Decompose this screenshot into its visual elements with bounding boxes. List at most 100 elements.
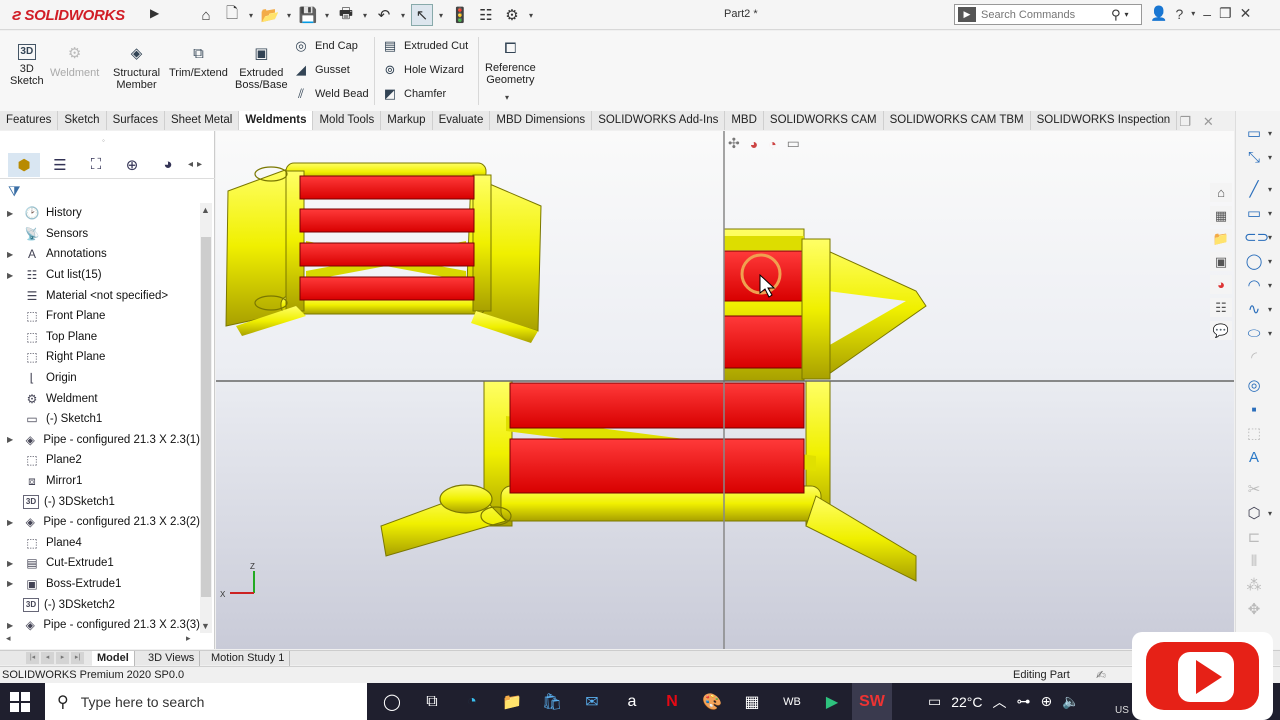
tree-item[interactable]: ⬚ Top Plane (0, 327, 200, 348)
file-properties-icon[interactable]: ☷ (475, 4, 497, 26)
search-commands-input[interactable] (981, 8, 1109, 21)
tab-weldments[interactable]: Weldments (239, 111, 314, 130)
open-folder-icon[interactable]: 📂 (259, 4, 281, 26)
chamfer-button[interactable]: ◩ Chamfer (382, 85, 468, 103)
tree-item[interactable]: ☰ Material <not specified> (0, 285, 200, 306)
mirror-entities-icon[interactable]: ⫴ (1244, 553, 1264, 571)
search-dropdown-icon[interactable]: ▾ (1125, 10, 1129, 19)
scene-icon[interactable]: ◔ (768, 136, 776, 152)
tree-item[interactable]: ⬚ Plane4 (0, 533, 200, 554)
calculator-icon[interactable]: ▦ (732, 683, 772, 720)
design-library-icon[interactable]: ▦ (1210, 206, 1232, 225)
tree-item[interactable]: ▶ ☷ Cut list(15) (0, 265, 200, 286)
tree-item[interactable]: ▶ ◈ Pipe - configured 21.3 X 2.3(2) (0, 512, 200, 533)
panel-prev-icon[interactable]: ◂ (188, 159, 193, 170)
graphics-area[interactable]: Z X ✣ ◕ ◔ ▭ (216, 131, 1234, 649)
print-dropdown-icon[interactable]: ▾ (361, 11, 369, 20)
arc-dropdown-icon[interactable]: ▾ (1268, 281, 1272, 290)
next-tab-icon[interactable]: ▸ (56, 652, 69, 664)
tab-motion-study[interactable]: Motion Study 1 (206, 651, 291, 666)
undo-dropdown-icon[interactable]: ▾ (399, 11, 407, 20)
mail-icon[interactable]: ✉ (572, 683, 612, 720)
weldment-button[interactable]: ⚙ Weldment (50, 44, 99, 79)
cortana-icon[interactable]: ◯ (372, 683, 412, 720)
solidworks-resources-icon[interactable]: ⌂ (1210, 183, 1232, 202)
volume-icon[interactable]: 🔈 (1062, 693, 1079, 710)
customize-status-icon[interactable]: ✍ (1096, 668, 1106, 682)
minimize-icon[interactable]: – (1203, 6, 1211, 22)
slot-dropdown-icon[interactable]: ▾ (1268, 233, 1272, 242)
tab-sketch[interactable]: Sketch (58, 111, 107, 130)
tree-item[interactable]: ⬚ Right Plane (0, 347, 200, 368)
tab-solidworks-cam[interactable]: SOLIDWORKS CAM (764, 111, 884, 130)
tab-mold-tools[interactable]: Mold Tools (313, 111, 382, 130)
menu-expand-icon[interactable]: ▶ (150, 6, 159, 20)
slot-icon[interactable]: ⊂⊃ (1244, 229, 1269, 247)
expand-arrow-icon[interactable]: ▶ (7, 579, 17, 588)
globe-icon[interactable]: ⊕ (1041, 693, 1053, 710)
search-commands-box[interactable]: ▶ ⚲ ▾ (954, 4, 1142, 25)
scroll-up-icon[interactable]: ▲ (201, 205, 210, 215)
expand-arrow-icon[interactable]: ▶ (7, 621, 16, 630)
line-icon[interactable]: ╱ (1244, 181, 1264, 199)
linear-pattern-icon[interactable]: ⁂ (1244, 577, 1264, 595)
rectangle-dropdown-icon[interactable]: ▾ (1268, 209, 1272, 218)
file-explorer-icon[interactable]: 📁 (1210, 229, 1232, 248)
solidworks-logo[interactable]: ƨ SOLIDWORKS (12, 5, 125, 25)
amazon-icon[interactable]: a (612, 683, 652, 720)
tab-solidworks-inspection[interactable]: SOLIDWORKS Inspection (1031, 111, 1178, 130)
network-icon[interactable]: ⊶ (1017, 693, 1031, 710)
select-pointer-icon[interactable]: ↖ (411, 4, 433, 26)
expand-arrow-icon[interactable]: ▶ (7, 559, 17, 568)
temperature[interactable]: 22°C (951, 694, 982, 710)
smart-dimension-icon[interactable]: ⤡ (1244, 149, 1264, 167)
help-dropdown-icon[interactable]: ▾ (1191, 9, 1195, 18)
arc-icon[interactable]: ◠ (1244, 277, 1264, 295)
tree-item[interactable]: ▶ ◈ Pipe - configured 21.3 X 2.3(3) (0, 615, 200, 633)
prev-tab-icon[interactable]: ◂ (41, 652, 54, 664)
forum-icon[interactable]: 💬 (1210, 321, 1232, 340)
save-icon[interactable]: 💾 (297, 4, 319, 26)
structural-member-button[interactable]: ◈ Structural Member (113, 44, 160, 91)
new-document-icon[interactable]: 🗋 (221, 4, 243, 26)
tab-solidworks-cam-tbm[interactable]: SOLIDWORKS CAM TBM (884, 111, 1031, 130)
tree-item[interactable]: 📡 Sensors (0, 224, 200, 245)
command-search-icon[interactable]: ▶ (958, 7, 976, 22)
tree-item[interactable]: 3D (-) 3DSketch1 (0, 491, 200, 512)
tree-item[interactable]: ⧈ Mirror1 (0, 471, 200, 492)
solidworks-taskbar-icon[interactable]: SW (852, 683, 892, 720)
scroll-thumb[interactable] (201, 237, 211, 597)
fillet-icon[interactable]: ◜ (1244, 349, 1264, 367)
tab-evaluate[interactable]: Evaluate (433, 111, 491, 130)
tree-item[interactable]: ▶ A Annotations (0, 244, 200, 265)
tab-3d-views[interactable]: 3D Views (143, 651, 201, 666)
move-entities-icon[interactable]: ✥ (1244, 601, 1264, 619)
tab-surfaces[interactable]: Surfaces (107, 111, 165, 130)
tray-expand-icon[interactable]: ︿ (993, 692, 1007, 712)
display-manager-tab-icon[interactable]: ◕ (152, 153, 184, 177)
rebuild-icon[interactable]: 🚦 (449, 4, 471, 26)
circle-dropdown-icon[interactable]: ▾ (1268, 257, 1272, 266)
line-dropdown-icon[interactable]: ▾ (1268, 185, 1272, 194)
doc-restore-icon[interactable]: ❐ (1179, 114, 1191, 130)
panel-grip-icon[interactable]: ◦ (102, 136, 105, 145)
end-cap-button[interactable]: ◎ End Cap (293, 37, 369, 55)
scroll-down-icon[interactable]: ▼ (201, 621, 210, 631)
tree-item[interactable]: ⬚ Front Plane (0, 306, 200, 327)
offset-entities-icon[interactable]: ⊏ (1244, 529, 1264, 547)
user-icon[interactable]: 👤 (1150, 5, 1167, 22)
tab-mbd[interactable]: MBD (725, 111, 764, 130)
tree-item[interactable]: ⌊ Origin (0, 368, 200, 389)
sketch-icon[interactable]: ▭ (1244, 125, 1264, 143)
view-palette-icon[interactable]: ▣ (1210, 252, 1232, 271)
tree-item[interactable]: ▶ 🕑 History (0, 203, 200, 224)
weather-icon[interactable]: ▭ (928, 693, 941, 710)
trim-extend-button[interactable]: ⧉ Trim/Extend (169, 44, 228, 79)
tree-item[interactable]: ▶ ▤ Cut-Extrude1 (0, 553, 200, 574)
filter-icon[interactable]: ⧩ (8, 183, 21, 200)
netflix-icon[interactable]: N (652, 683, 692, 720)
extruded-boss-base-button[interactable]: ▣ Extruded Boss/Base (235, 44, 288, 91)
tree-item[interactable]: ▭ (-) Sketch1 (0, 409, 200, 430)
tab-markup[interactable]: Markup (381, 111, 433, 130)
convert-dropdown-icon[interactable]: ▾ (1268, 509, 1272, 518)
